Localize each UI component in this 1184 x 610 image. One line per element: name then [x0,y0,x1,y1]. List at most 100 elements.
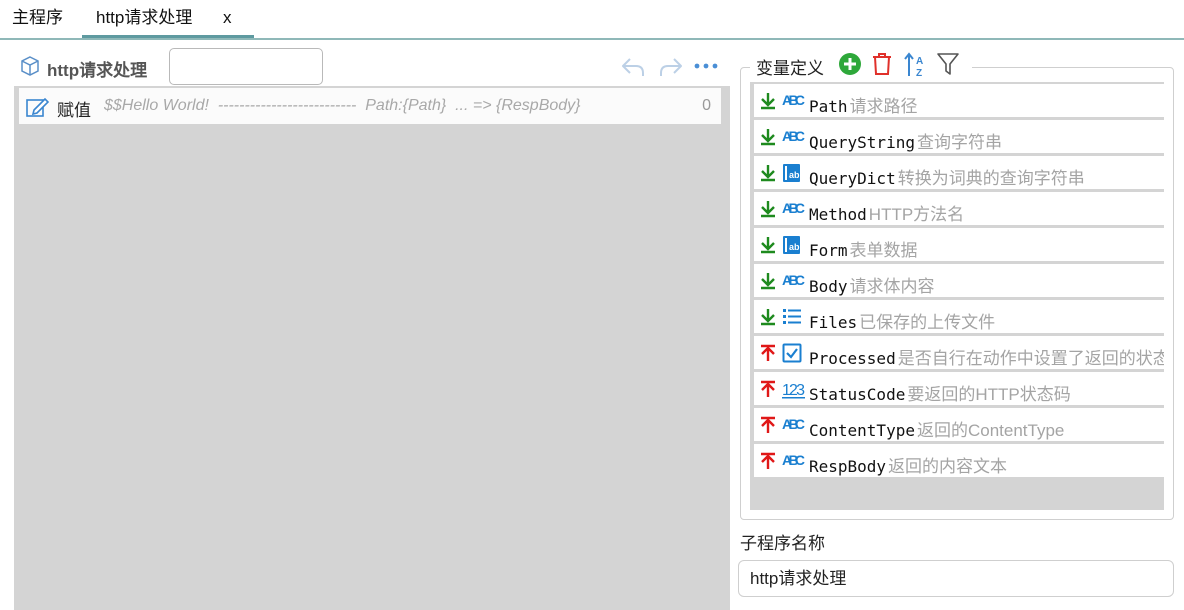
variable-label: Files 已保存的上传文件 [809,308,995,333]
cube-icon [21,56,39,76]
variable-label: Path 请求路径 [809,92,918,117]
input-arrow-icon [759,308,777,331]
string-type-icon: ABC [782,127,806,150]
variable-label: QueryString 查询字符串 [809,128,1002,153]
variable-description: 请求体内容 [849,277,935,296]
svg-text:ABC: ABC [782,200,805,216]
svg-text:ab: ab [789,242,800,252]
svg-text:ABC: ABC [782,272,805,288]
statement-row[interactable]: 赋值 $$Hello World! ----------------------… [19,88,721,124]
variable-name: ContentType [809,421,915,440]
statement-keyword: 赋值 [57,101,91,120]
variable-description: 转换为词典的查询字符串 [897,169,1085,188]
list-type-icon [782,307,802,330]
variable-row-form[interactable]: ab Form 表单数据 [754,228,1164,261]
variable-row-querydict[interactable]: ab QueryDict 转换为词典的查询字符串 [754,156,1164,189]
variable-label: Form 表单数据 [809,236,918,261]
undo-icon[interactable] [620,56,646,78]
tab-main-program[interactable]: 主程序 [12,0,63,36]
variable-description: 表单数据 [849,241,918,260]
variable-name: Files [809,313,858,332]
svg-text:ABC: ABC [782,128,805,144]
variable-row-path[interactable]: ABC Path 请求路径 [754,84,1164,117]
search-input[interactable] [169,48,323,85]
variable-row-statuscode[interactable]: 123 StatusCode 要返回的HTTP状态码 [754,372,1164,405]
variable-name: Form [809,241,848,260]
svg-text:Z: Z [916,68,922,78]
variable-row-contenttype[interactable]: ABC ContentType 返回的ContentType [754,408,1164,441]
output-arrow-icon [759,380,777,403]
variable-label: StatusCode 要返回的HTTP状态码 [809,380,1071,405]
svg-text:ABC: ABC [782,452,805,468]
tab-http-handler-label: http请求处理 [96,8,193,27]
variable-description: 返回的ContentType [916,421,1065,440]
variable-description: 要返回的HTTP状态码 [907,385,1071,404]
variable-name: Body [809,277,848,296]
variable-row-method[interactable]: ABC Method HTTP方法名 [754,192,1164,225]
variable-name: StatusCode [809,385,906,404]
subprogram-name-label: 子程序名称 [740,534,825,553]
filter-icon[interactable] [936,52,960,76]
tab-bar: 主程序 http请求处理 x [0,0,1184,40]
variable-row-body[interactable]: ABC Body 请求体内容 [754,264,1164,297]
output-arrow-icon [759,416,777,439]
string-type-icon: ABC [782,271,806,294]
input-arrow-icon [759,236,777,259]
input-arrow-icon [759,164,777,187]
variable-name: Method [809,205,867,224]
variables-toolbar: 变量定义 A Z [750,49,972,81]
variable-description: 已保存的上传文件 [859,313,996,332]
variable-row-files[interactable]: Files 已保存的上传文件 [754,300,1164,333]
dictionary-type-icon: ab [782,235,802,260]
number-type-icon: 123 [782,379,806,404]
svg-text:ABC: ABC [782,416,805,432]
checkbox-type-icon [782,343,802,368]
input-arrow-icon [759,200,777,223]
variable-name: RespBody [809,457,887,476]
variable-name: Processed [809,349,896,368]
delete-icon[interactable] [871,52,893,76]
output-arrow-icon [759,452,777,475]
sort-az-icon[interactable]: A Z [904,52,928,78]
variables-title: 变量定义 [756,59,824,78]
svg-text:ABC: ABC [782,92,805,108]
variable-label: RespBody 返回的内容文本 [809,452,1007,477]
variable-description: 请求路径 [849,97,918,116]
variable-name: Path [809,97,848,116]
variable-label: Processed 是否自行在动作中设置了返回的状态 [809,344,1164,369]
editor-header: http请求处理 [14,44,730,85]
string-type-icon: ABC [782,415,806,438]
input-arrow-icon [759,92,777,115]
variable-name: QueryDict [809,169,896,188]
variable-label: Method HTTP方法名 [809,200,964,225]
string-type-icon: ABC [782,91,806,114]
string-type-icon: ABC [782,451,806,474]
variable-description: 返回的内容文本 [888,457,1008,476]
variable-row-querystring[interactable]: ABC QueryString 查询字符串 [754,120,1164,153]
dictionary-type-icon: ab [782,163,802,188]
statement-count: 0 [702,97,711,114]
program-title: http请求处理 [47,61,148,80]
tab-close-button[interactable]: x [223,0,232,36]
svg-text:ab: ab [789,170,800,180]
subprogram-name-input[interactable]: http请求处理 [738,560,1174,597]
variable-name: QueryString [809,133,915,152]
output-arrow-icon [759,344,777,367]
variable-list: ABC Path 请求路径 ABC QueryString 查询字符串 ab QueryDic… [750,82,1164,510]
variable-row-respbody[interactable]: ABC RespBody 返回的内容文本 [754,444,1164,477]
add-icon[interactable] [838,52,862,76]
variable-description: 是否自行在动作中设置了返回的状态 [897,349,1164,368]
input-arrow-icon [759,272,777,295]
string-type-icon: ABC [782,199,806,222]
tab-http-handler[interactable]: http请求处理 x [82,0,254,38]
variable-row-processed[interactable]: Processed 是否自行在动作中设置了返回的状态 [754,336,1164,369]
variable-description: 查询字符串 [916,133,1002,152]
redo-icon[interactable] [658,56,684,78]
code-canvas[interactable]: 赋值 $$Hello World! ----------------------… [14,86,730,610]
variable-label: ContentType 返回的ContentType [809,416,1064,441]
more-options-icon[interactable] [693,56,719,78]
variable-label: QueryDict 转换为词典的查询字符串 [809,164,1085,189]
statement-expression: $$Hello World! -------------------------… [104,97,581,114]
input-arrow-icon [759,128,777,151]
variable-description: HTTP方法名 [868,205,965,224]
